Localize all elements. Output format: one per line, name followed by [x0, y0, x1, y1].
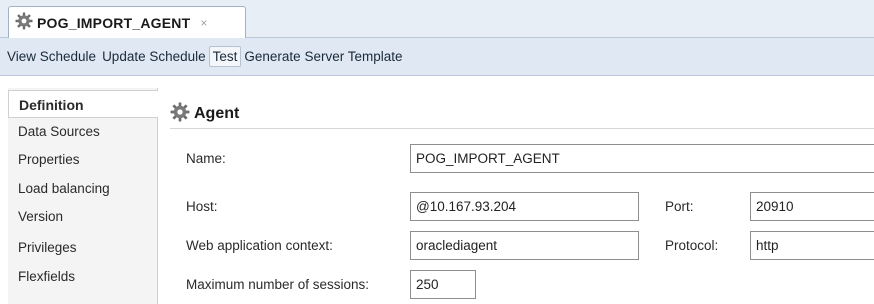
nav-item-load-balancing[interactable]: Load balancing — [8, 175, 158, 203]
nav-item-properties[interactable]: Properties — [8, 146, 158, 174]
definition-nav: Definition Data Sources Properties Load … — [8, 88, 159, 304]
max-sessions-label: Maximum number of sessions: — [186, 277, 370, 292]
gear-icon — [15, 12, 33, 33]
name-field[interactable] — [410, 144, 874, 173]
generate-server-template-button[interactable]: Generate Server Template — [241, 47, 405, 66]
name-label: Name: — [186, 151, 226, 166]
nav-item-flexfields[interactable]: Flexfields — [8, 263, 158, 291]
nav-item-data-sources[interactable]: Data Sources — [8, 118, 158, 146]
host-field[interactable] — [410, 192, 639, 221]
port-field[interactable] — [750, 192, 874, 221]
max-sessions-field[interactable] — [410, 270, 476, 299]
view-schedule-button[interactable]: View Schedule — [4, 47, 99, 66]
editor-tab-strip: POG_IMPORT_AGENT × — [0, 0, 874, 38]
section-header: Agent — [170, 102, 239, 125]
tab-pog-import-agent[interactable]: POG_IMPORT_AGENT × — [8, 6, 246, 38]
tab-title: POG_IMPORT_AGENT — [37, 14, 191, 31]
toolbar: View Schedule Update Schedule Test Gener… — [0, 38, 874, 76]
test-button[interactable]: Test — [208, 46, 242, 67]
section-title: Agent — [194, 104, 240, 122]
gear-icon — [170, 102, 190, 125]
close-icon[interactable]: × — [200, 16, 207, 30]
web-context-field[interactable] — [410, 231, 639, 260]
nav-item-definition[interactable]: Definition — [8, 90, 159, 118]
agent-definition-panel: Agent Name: Host: Port: Web application … — [158, 88, 874, 304]
protocol-label: Protocol: — [665, 238, 719, 253]
nav-item-version[interactable]: Version — [8, 203, 158, 231]
host-label: Host: — [186, 199, 218, 214]
section-divider — [170, 128, 874, 129]
nav-item-privileges[interactable]: Privileges — [8, 234, 158, 262]
web-context-label: Web application context: — [186, 238, 333, 253]
port-label: Port: — [665, 199, 694, 214]
protocol-field[interactable] — [750, 231, 874, 260]
update-schedule-button[interactable]: Update Schedule — [99, 47, 209, 66]
